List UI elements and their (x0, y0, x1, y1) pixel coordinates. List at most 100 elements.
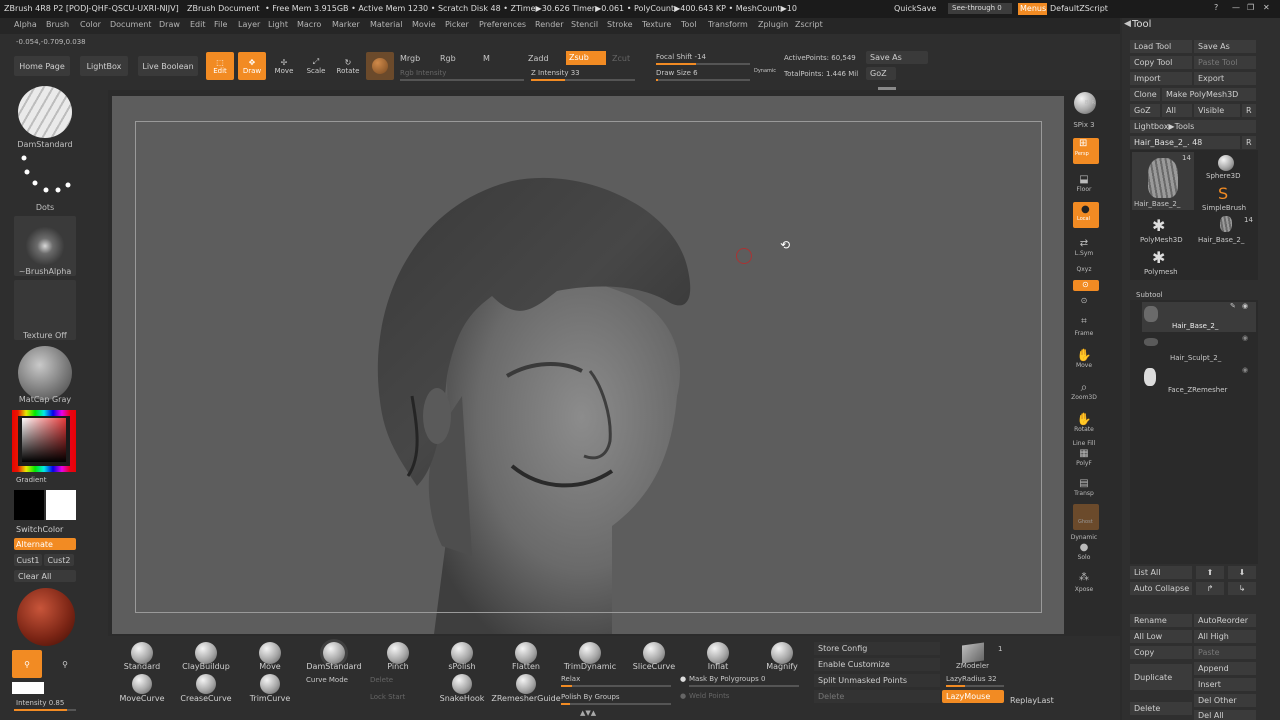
copy-tool-button[interactable]: Copy Tool (1130, 56, 1192, 69)
menu-brush[interactable]: Brush (46, 20, 69, 29)
primary-color-swatch[interactable] (46, 490, 76, 520)
zsub-button[interactable]: Zsub (566, 51, 606, 65)
creasecurve-brush-label[interactable]: CreaseCurve (171, 694, 241, 703)
save-as-button[interactable]: Save As (866, 51, 928, 64)
alternate-button[interactable]: Alternate (14, 538, 76, 550)
make-polymesh-button[interactable]: Make PolyMesh3D (1162, 88, 1256, 101)
all-low-button[interactable]: All Low (1130, 630, 1192, 643)
goz-r-button[interactable]: R (1242, 104, 1256, 117)
frame-label[interactable]: Frame (1066, 330, 1102, 337)
save-as-tool-button[interactable]: Save As (1194, 40, 1256, 53)
gradient-label[interactable]: Gradient (16, 476, 46, 484)
move-view-label[interactable]: Move (1066, 362, 1102, 369)
move-down-button[interactable]: ⬇ (1228, 566, 1256, 579)
light-color-swatch[interactable] (12, 682, 44, 694)
slicecurve-brush-icon[interactable] (643, 642, 665, 664)
menu-texture[interactable]: Texture (642, 20, 671, 29)
enable-customize-button[interactable]: Enable Customize (814, 658, 940, 671)
menu-stencil[interactable]: Stencil (571, 20, 598, 29)
ghost-button[interactable]: Ghost (1073, 504, 1099, 530)
movecurve-brush-label[interactable]: MoveCurve (107, 694, 177, 703)
lightbox-button[interactable]: LightBox (80, 56, 128, 76)
scale-button[interactable]: ⤢ Scale (302, 52, 330, 80)
light-pin-button[interactable]: ⚲ (12, 650, 42, 678)
menu-document[interactable]: Document (110, 20, 151, 29)
eye-icon[interactable]: ◉ (1242, 334, 1248, 342)
goz-all-button[interactable]: All (1162, 104, 1192, 117)
cust1-button[interactable]: Cust1 (14, 554, 42, 566)
solo-label[interactable]: Solo (1066, 554, 1102, 561)
menus-button[interactable]: Menus (1018, 3, 1047, 15)
switchcolor-button[interactable]: SwitchColor (14, 523, 76, 535)
mask-polygroups-slider[interactable] (689, 685, 799, 687)
menu-color[interactable]: Color (80, 20, 101, 29)
goz-button[interactable]: GoZ (866, 67, 896, 80)
import-button[interactable]: Import (1130, 72, 1192, 85)
delete-subtool-button[interactable]: Delete (1130, 702, 1192, 715)
z-intensity-slider[interactable] (531, 79, 635, 81)
m-button[interactable]: M (483, 54, 490, 63)
xyz-label[interactable]: Qxyz (1066, 266, 1102, 273)
magnify-brush-label[interactable]: Magnify (747, 662, 817, 671)
move-up-button[interactable]: ⬆ (1196, 566, 1224, 579)
trimcurve-brush-icon[interactable] (260, 674, 280, 694)
close-icon[interactable]: ✕ (1263, 3, 1270, 12)
spolish-brush-label[interactable]: sPolish (427, 662, 497, 671)
tool-thumb-hair-base-2[interactable]: 14 Hair_Base_2_ (1196, 216, 1256, 244)
local-button[interactable]: Local ● (1073, 202, 1099, 228)
insert-button[interactable]: Insert (1194, 678, 1256, 691)
subtool-row[interactable]: Face_ZRemesher ◉ (1142, 366, 1256, 396)
hue-ring[interactable] (12, 410, 76, 472)
tool-header[interactable]: Tool (1132, 19, 1151, 30)
menu-macro[interactable]: Macro (297, 20, 321, 29)
menu-picker[interactable]: Picker (445, 20, 469, 29)
slicecurve-brush-label[interactable]: SliceCurve (619, 662, 689, 671)
sym-axis-button[interactable]: ⊙ (1073, 280, 1099, 291)
flatten-brush-label[interactable]: Flatten (491, 662, 561, 671)
live-boolean-button[interactable]: Live Boolean (138, 56, 198, 76)
polymesh-icon[interactable]: ✱ (1152, 248, 1165, 267)
tool-thumb-hair-base[interactable]: 14 Hair_Base_2_ (1132, 152, 1194, 210)
inflat-brush-label[interactable]: Inflat (683, 662, 753, 671)
del-all-button[interactable]: Del All (1194, 710, 1256, 720)
rotate-axis-icon[interactable]: ⊙ (1066, 296, 1102, 305)
script-name[interactable]: DefaultZScript (1050, 4, 1108, 13)
clone-button[interactable]: Clone (1130, 88, 1160, 101)
menu-light[interactable]: Light (268, 20, 288, 29)
claybuildup-brush-label[interactable]: ClayBuildup (171, 662, 241, 671)
brush-tile[interactable] (14, 86, 76, 144)
creasecurve-brush-icon[interactable] (196, 674, 216, 694)
zoom3d-label[interactable]: Zoom3D (1066, 394, 1102, 401)
menu-zscript[interactable]: Zscript (795, 20, 823, 29)
subtool-row[interactable]: Hair_Base_2_ ◉ ✎ (1142, 302, 1256, 332)
shelf-scroll-arrows-icon[interactable]: ▲▼▲ (580, 709, 596, 717)
zremesherguide-brush-label[interactable]: ZRemesherGuide (491, 694, 561, 703)
lazyradius-slider[interactable] (946, 685, 1004, 687)
auto-collapse-button[interactable]: Auto Collapse (1130, 582, 1192, 595)
load-tool-button[interactable]: Load Tool (1130, 40, 1192, 53)
current-tool-slider[interactable]: Hair_Base_2_. 48 (1130, 136, 1240, 149)
xpose-label[interactable]: Xpose (1066, 586, 1102, 593)
edit-button[interactable]: ⬚ Edit (206, 52, 234, 80)
current-tool-r-button[interactable]: R (1242, 136, 1256, 149)
menu-file[interactable]: File (214, 20, 227, 29)
mrgb-button[interactable]: Mrgb (400, 54, 420, 63)
eye-icon[interactable]: ◉ (1242, 366, 1248, 374)
movecurve-brush-icon[interactable] (132, 674, 152, 694)
quicksave-button[interactable]: QuickSave (894, 4, 936, 13)
mask-polygroups-label[interactable]: Mask By Polygroups 0 (689, 675, 765, 683)
persp-button[interactable]: Persp ⊞ (1073, 138, 1099, 164)
menu-zplugin[interactable]: Zplugin (758, 20, 788, 29)
menu-marker[interactable]: Marker (332, 20, 360, 29)
snakehook-brush-icon[interactable] (452, 674, 472, 694)
menu-tool[interactable]: Tool (681, 20, 697, 29)
pinch-brush-label[interactable]: Pinch (363, 662, 433, 671)
lightbox-tools-button[interactable]: Lightbox▶Tools (1130, 120, 1256, 133)
duplicate-button[interactable]: Duplicate (1130, 664, 1192, 690)
magnify-brush-icon[interactable] (771, 642, 793, 664)
lock-start-button[interactable]: Lock Start (370, 693, 405, 701)
polymesh3d-icon[interactable]: ✱ (1152, 216, 1165, 235)
menu-render[interactable]: Render (535, 20, 563, 29)
del-other-button[interactable]: Del Other (1194, 694, 1256, 707)
menu-layer[interactable]: Layer (238, 20, 260, 29)
